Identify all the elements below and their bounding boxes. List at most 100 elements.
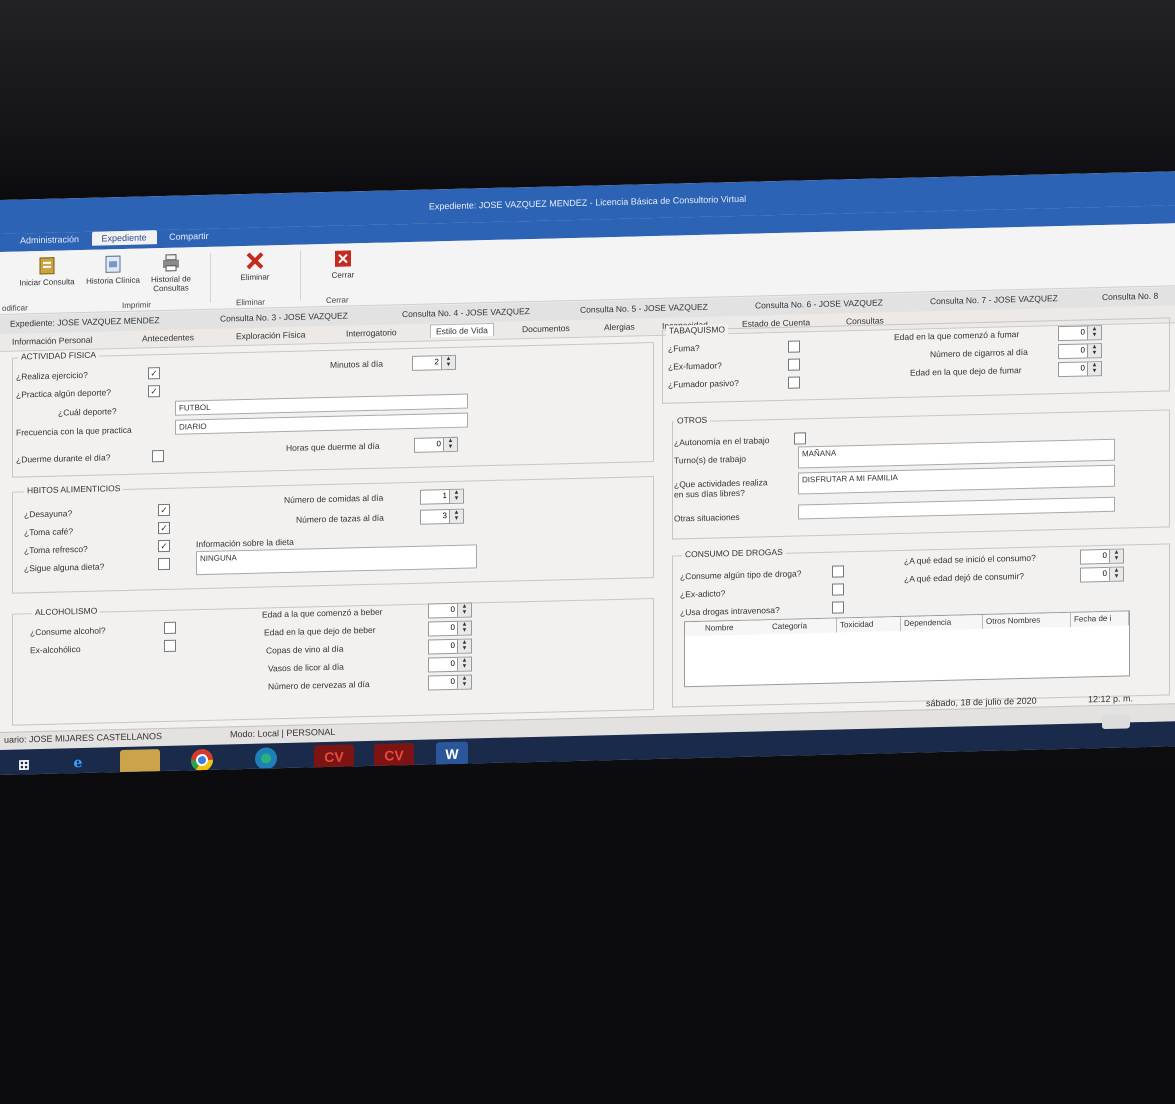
tab-consulta-6[interactable]: Consulta No. 6 - JOSE VAZQUEZ bbox=[755, 297, 883, 310]
file-explorer-icon[interactable] bbox=[120, 749, 160, 775]
ribbon-separator bbox=[210, 252, 211, 303]
ribbon-tab-compartir[interactable]: Compartir bbox=[159, 229, 219, 244]
ejercicio-label: ¿Realiza ejercicio? bbox=[16, 369, 88, 382]
dejo-beber-value: 0 bbox=[450, 622, 455, 632]
tab-exploracion-fisica[interactable]: Exploración Física bbox=[236, 330, 305, 342]
app-window: Expediente: JOSE VAZQUEZ MENDEZ - Licenc… bbox=[0, 171, 1175, 775]
desayuna-checkbox[interactable]: ✓ bbox=[158, 503, 170, 517]
spin-arrows-icon[interactable]: ▲ ▼ bbox=[1087, 326, 1101, 340]
spin-arrows-icon[interactable]: ▲ ▼ bbox=[1109, 549, 1123, 563]
spin-arrows-icon[interactable]: ▲ ▼ bbox=[457, 657, 471, 671]
status-time: 12:12 p. m. bbox=[1088, 693, 1134, 705]
ribbon-tab-administracion[interactable]: Administración bbox=[10, 232, 89, 248]
tab-estilo-de-vida[interactable]: Estilo de Vida bbox=[430, 322, 494, 338]
chrome-icon[interactable] bbox=[182, 748, 222, 773]
tazas-spinner[interactable]: 3 ▲ ▼ bbox=[420, 508, 464, 525]
duerme-checkbox[interactable] bbox=[152, 449, 164, 463]
spin-arrows-icon[interactable]: ▲ ▼ bbox=[441, 355, 455, 370]
word-icon[interactable]: W bbox=[436, 741, 468, 767]
spin-arrows-icon[interactable]: ▲ ▼ bbox=[457, 675, 471, 689]
spin-arrows-icon[interactable]: ▲ ▼ bbox=[1109, 567, 1123, 581]
cv-app-icon-2[interactable]: CV bbox=[374, 742, 414, 768]
cervezas-value: 0 bbox=[450, 676, 455, 686]
tab-consulta-8[interactable]: Consulta No. 8 bbox=[1102, 291, 1158, 302]
tab-consulta-7[interactable]: Consulta No. 7 - JOSE VAZQUEZ bbox=[930, 293, 1058, 306]
deporte-checkbox[interactable]: ✓ bbox=[148, 385, 160, 398]
eliminar-button[interactable]: Eliminar bbox=[220, 251, 290, 283]
cafe-checkbox[interactable]: ✓ bbox=[158, 521, 170, 535]
tab-interrogatorio[interactable]: Interrogatorio bbox=[346, 327, 397, 338]
consume-droga-checkbox[interactable] bbox=[832, 565, 844, 578]
tab-consulta-3[interactable]: Consulta No. 3 - JOSE VAZQUEZ bbox=[220, 310, 348, 323]
dejo-consumir-value: 0 bbox=[1102, 568, 1107, 579]
exfumador-label: ¿Ex-fumador? bbox=[668, 360, 722, 372]
status-date: sábado, 18 de julio de 2020 bbox=[926, 695, 1037, 709]
background-bottom bbox=[0, 770, 1175, 1104]
spin-arrows-icon[interactable]: ▲ ▼ bbox=[1087, 362, 1101, 376]
actividad-legend: ACTIVIDAD FISICA bbox=[18, 349, 100, 362]
cervezas-spinner[interactable]: 0 ▲ ▼ bbox=[428, 674, 472, 691]
keyboard-icon[interactable] bbox=[1102, 714, 1130, 730]
tab-informacion-personal[interactable]: Información Personal bbox=[12, 335, 92, 347]
tab-expediente[interactable]: Expediente: JOSE VAZQUEZ MENDEZ bbox=[10, 315, 160, 329]
tab-antecedentes[interactable]: Antecedentes bbox=[142, 332, 194, 343]
tab-alergias[interactable]: Alergias bbox=[604, 321, 635, 332]
ejercicio-checkbox[interactable]: ✓ bbox=[148, 367, 160, 380]
edge-icon[interactable] bbox=[246, 746, 286, 771]
col-dependencia[interactable]: Dependencia bbox=[901, 614, 983, 631]
inicio-spinner[interactable]: 0 ▲ ▼ bbox=[1080, 548, 1124, 565]
vasos-licor-spinner[interactable]: 0 ▲ ▼ bbox=[428, 656, 472, 673]
tab-documentos[interactable]: Documentos bbox=[522, 323, 570, 334]
tab-consulta-5[interactable]: Consulta No. 5 - JOSE VAZQUEZ bbox=[580, 302, 708, 315]
intravenosa-checkbox[interactable] bbox=[832, 601, 844, 614]
ex-alcoholico-checkbox[interactable] bbox=[164, 639, 176, 652]
tab-consulta-4[interactable]: Consulta No. 4 - JOSE VAZQUEZ bbox=[402, 306, 530, 319]
spin-arrows-icon[interactable]: ▲ ▼ bbox=[457, 639, 471, 653]
group-eliminar: Eliminar bbox=[236, 297, 265, 308]
ribbon-tab-expediente[interactable]: Expediente bbox=[91, 230, 157, 246]
edad-fumar-spinner[interactable]: 0 ▲ ▼ bbox=[1058, 325, 1102, 342]
col-fecha[interactable]: Fecha de i bbox=[1071, 611, 1129, 627]
col-otros-nombres[interactable]: Otros Nombres bbox=[983, 612, 1071, 629]
spin-arrows-icon[interactable]: ▲ ▼ bbox=[443, 437, 457, 452]
historial-consultas-button[interactable]: Historial de Consultas bbox=[136, 253, 206, 294]
col-toxicidad[interactable]: Toxicidad bbox=[837, 616, 901, 633]
drogas-table[interactable]: Nombre Categoría Toxicidad Dependencia O… bbox=[684, 610, 1130, 688]
edad-beber-spinner[interactable]: 0 ▲ ▼ bbox=[428, 602, 472, 619]
fuma-label: ¿Fuma? bbox=[668, 342, 700, 354]
vasos-licor-value: 0 bbox=[450, 658, 455, 668]
exadicto-label: ¿Ex-adicto? bbox=[680, 588, 726, 600]
col-categoria[interactable]: Categoría bbox=[769, 618, 837, 635]
cigarros-spinner[interactable]: 0 ▲ ▼ bbox=[1058, 343, 1102, 360]
exadicto-checkbox[interactable] bbox=[832, 583, 844, 596]
dieta-checkbox[interactable] bbox=[158, 557, 170, 571]
comidas-spinner[interactable]: 1 ▲ ▼ bbox=[420, 488, 464, 505]
copas-vino-spinner[interactable]: 0 ▲ ▼ bbox=[428, 638, 472, 655]
horas-spinner[interactable]: 0 ▲ ▼ bbox=[414, 436, 458, 453]
historial-label: Historial de Consultas bbox=[150, 274, 191, 294]
dejo-consumir-spinner[interactable]: 0 ▲ ▼ bbox=[1080, 566, 1124, 583]
refresco-checkbox[interactable]: ✓ bbox=[158, 539, 170, 553]
minutos-spinner[interactable]: 2 ▲ ▼ bbox=[412, 354, 456, 371]
spin-arrows-icon[interactable]: ▲ ▼ bbox=[457, 603, 471, 617]
autonomia-checkbox[interactable] bbox=[794, 432, 806, 445]
spin-arrows-icon[interactable]: ▲ ▼ bbox=[449, 489, 463, 504]
cerrar-label: Cerrar bbox=[331, 270, 355, 280]
dejo-fumar-spinner[interactable]: 0 ▲ ▼ bbox=[1058, 361, 1102, 378]
exfumador-checkbox[interactable] bbox=[788, 358, 800, 371]
pasivo-checkbox[interactable] bbox=[788, 376, 800, 389]
spin-arrows-icon[interactable]: ▲ ▼ bbox=[457, 621, 471, 635]
iniciar-consulta-button[interactable]: Iniciar Consulta bbox=[12, 256, 82, 288]
ribbon-separator bbox=[300, 250, 301, 301]
dejo-beber-spinner[interactable]: 0 ▲ ▼ bbox=[428, 620, 472, 637]
cv-app-icon[interactable]: CV bbox=[314, 744, 354, 770]
alcohol-field-label: Copas de vino al día bbox=[266, 643, 344, 656]
consume-alcohol-checkbox[interactable] bbox=[164, 621, 176, 634]
spin-arrows-icon[interactable]: ▲ ▼ bbox=[1087, 344, 1101, 358]
fuma-checkbox[interactable] bbox=[788, 340, 800, 353]
windows-start-icon[interactable]: ⊞ bbox=[4, 752, 44, 775]
iniciar-label: Iniciar Consulta bbox=[19, 277, 75, 288]
spin-arrows-icon[interactable]: ▲ ▼ bbox=[449, 509, 463, 524]
internet-explorer-icon[interactable]: e bbox=[58, 751, 98, 775]
cerrar-button[interactable]: Cerrar bbox=[308, 249, 378, 281]
